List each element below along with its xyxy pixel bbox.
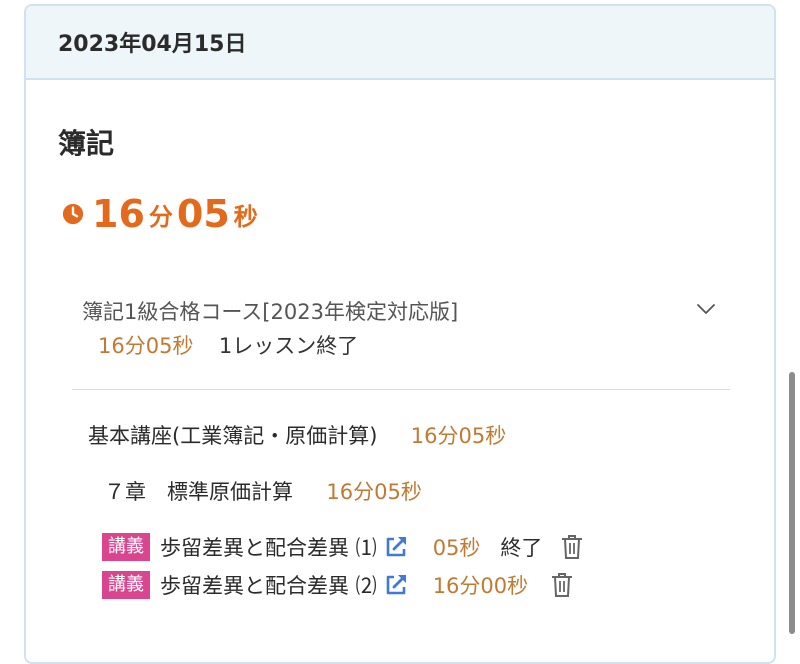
lecture-tag: 講義 [102,571,150,599]
course-stats: 16分05秒 1レッスン終了 [82,328,732,364]
study-record-card: 2023年04月15日 簿記 16 分 05 秒 簿記1級合格コース[2023年… [24,4,776,664]
clock-icon [62,203,84,225]
chapter-row: ７章 標準原価計算 16分05秒 [104,476,422,506]
item-title: 歩留差異と配合差異 ⑴ [160,536,377,560]
scrollbar[interactable] [789,372,795,634]
course-summary[interactable]: 簿記1級合格コース[2023年検定対応版] 16分05秒 1レッスン終了 [82,296,732,364]
lesson-time: 16分05秒 [410,424,507,448]
total-seconds: 05 [176,192,230,236]
record-date: 2023年04月15日 [58,32,247,57]
item-title: 歩留差異と配合差異 ⑵ [160,574,377,598]
item-time: 16分00秒 [432,574,529,598]
trash-icon[interactable] [560,534,584,560]
lecture-tag: 講義 [102,533,150,561]
seconds-unit: 秒 [233,202,258,231]
chapter-title: ７章 標準原価計算 [104,480,293,504]
total-study-time: 16 分 05 秒 [62,192,262,236]
external-link-icon[interactable] [383,534,409,560]
total-minutes: 16 [92,192,145,236]
card-header: 2023年04月15日 [26,6,774,80]
course-title: 簿記1級合格コース[2023年検定対応版] [82,300,459,324]
divider [72,389,730,390]
minutes-unit: 分 [148,202,173,231]
list-item: 講義 歩留差異と配合差異 ⑴ 05秒 終了 [102,532,584,562]
course-status: 1レッスン終了 [218,334,359,358]
lesson-row: 基本講座(工業簿記・原価計算) 16分05秒 [88,420,506,450]
lesson-title: 基本講座(工業簿記・原価計算) [88,424,378,448]
subject-title: 簿記 [58,127,115,160]
list-item: 講義 歩留差異と配合差異 ⑵ 16分00秒 [102,570,574,600]
trash-icon[interactable] [550,572,574,598]
item-status: 終了 [500,536,543,560]
external-link-icon[interactable] [383,572,409,598]
course-time: 16分05秒 [98,334,194,358]
item-time: 05秒 [432,536,481,560]
chevron-down-icon[interactable] [696,302,716,316]
chapter-time: 16分05秒 [326,480,422,504]
